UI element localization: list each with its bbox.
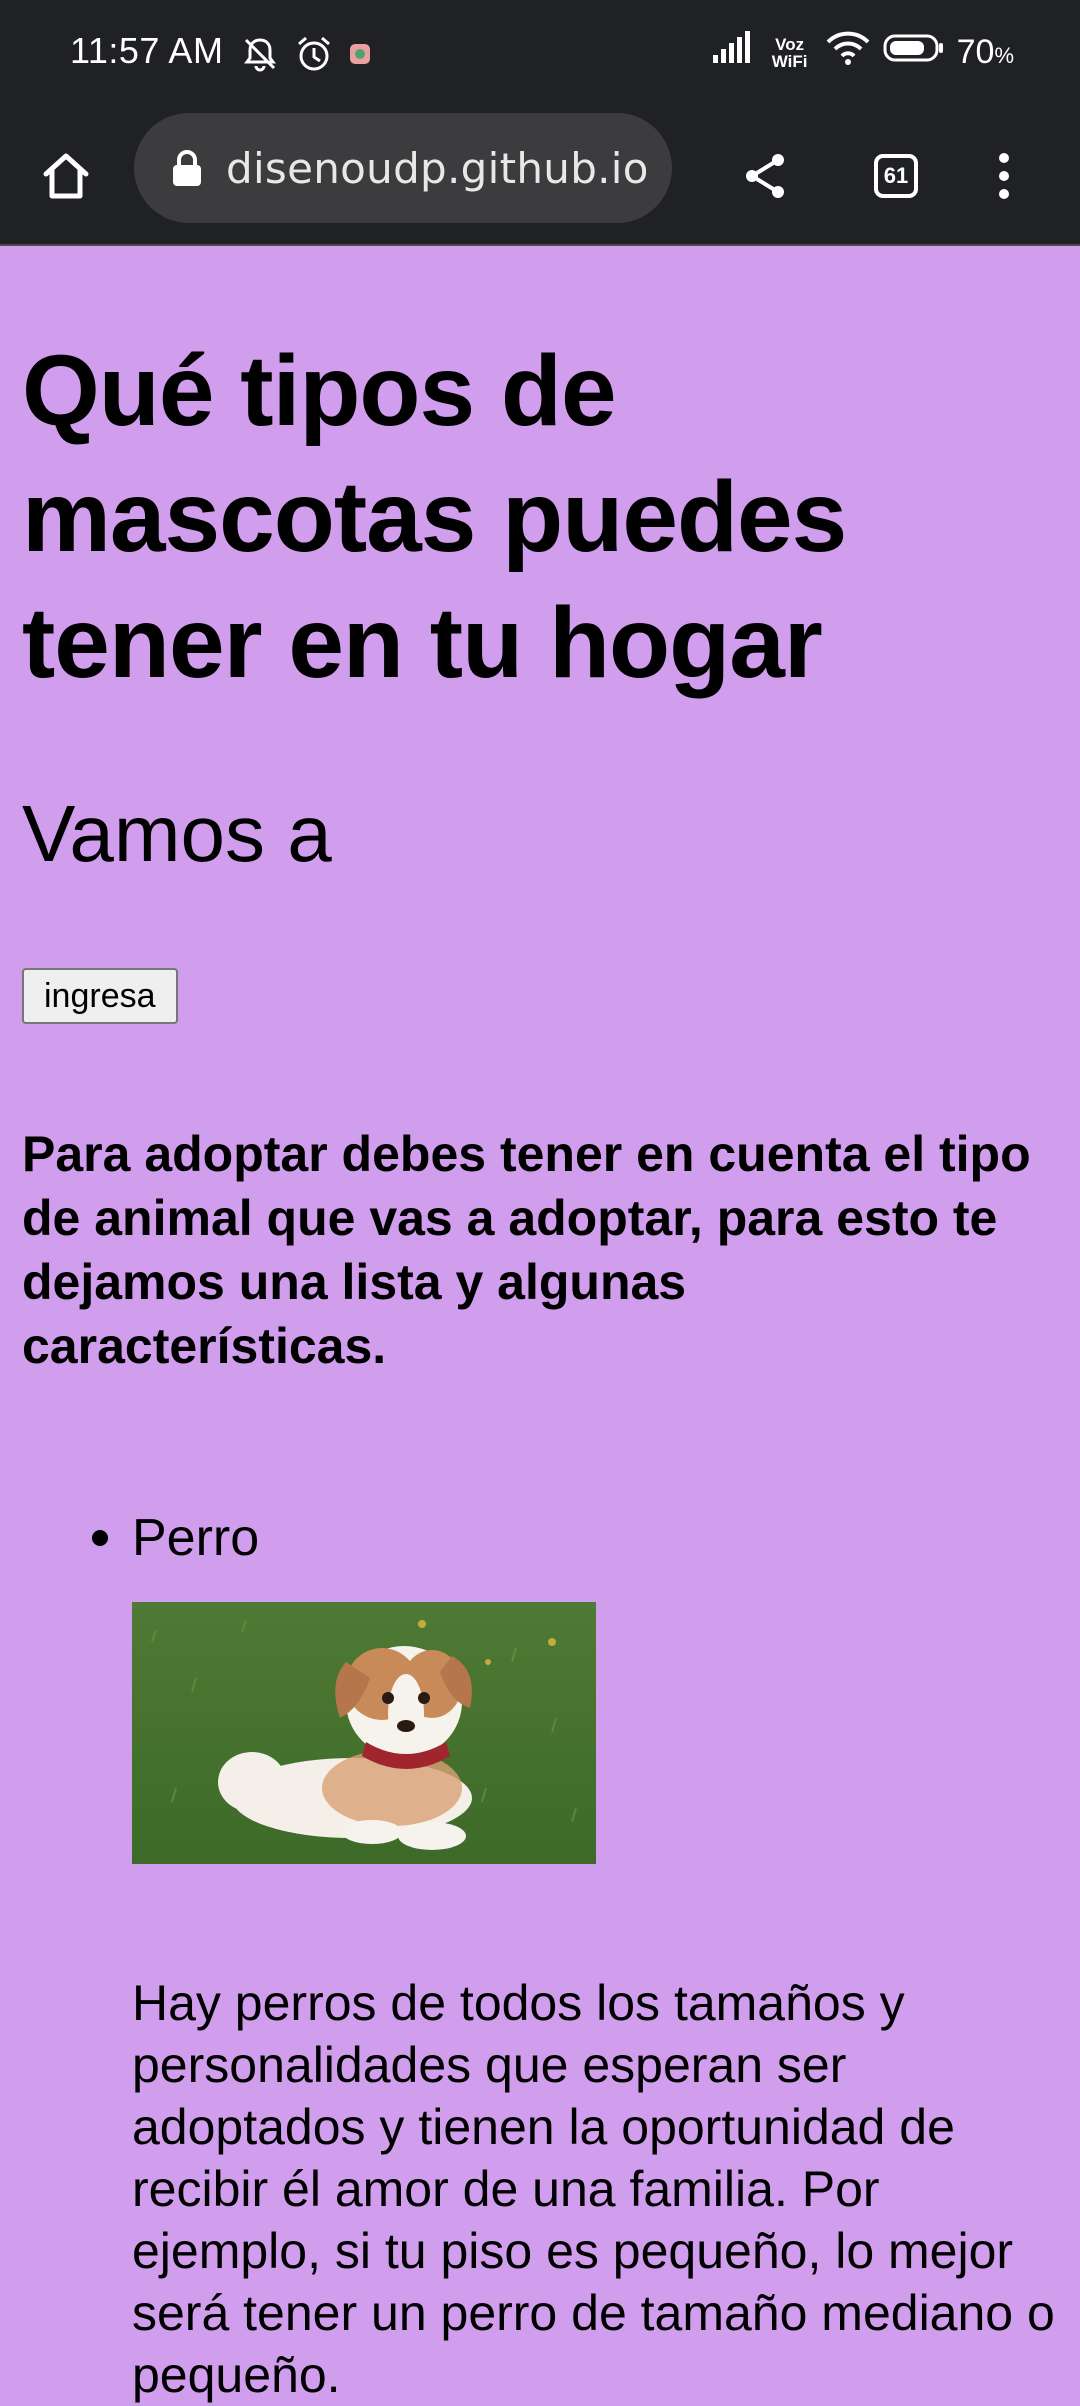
intro-text: Para adoptar debes tener en cuenta el ti… — [22, 1126, 1031, 1374]
home-icon — [43, 153, 89, 199]
pet-name: Perro — [132, 1509, 260, 1567]
pet-description: Hay perros de todos los tamaños y person… — [132, 1975, 1055, 2403]
mute-icon — [240, 34, 280, 79]
wifi-label: WiFi — [771, 51, 808, 71]
lock-icon — [173, 150, 201, 186]
bullet-icon — [92, 1530, 108, 1546]
tabs-icon: 61 — [874, 154, 918, 198]
browser-toolbar: disenoudp.github.io/c 61 — [0, 112, 1080, 246]
more-vert-icon — [999, 153, 1009, 199]
app-notification-icon — [348, 42, 372, 71]
battery-unit: % — [994, 43, 1014, 68]
page-subtitle: Vamos a — [22, 789, 332, 878]
address-bar[interactable]: disenoudp.github.io/c — [134, 113, 672, 223]
wifi-icon — [825, 30, 871, 75]
battery-icon — [883, 33, 945, 72]
voz-wifi-label: Voz WiFi — [767, 36, 813, 70]
status-right-icons: Voz WiFi 70% — [711, 30, 1014, 75]
more-menu-button[interactable] — [968, 140, 1040, 212]
voz-label: Voz — [775, 34, 805, 54]
home-button[interactable] — [30, 140, 102, 212]
share-button[interactable] — [730, 140, 802, 212]
tabs-button[interactable]: 61 — [860, 140, 932, 212]
battery-value: 70 — [956, 33, 995, 71]
share-icon — [746, 154, 784, 198]
tab-count: 61 — [883, 163, 909, 188]
url-text[interactable]: disenoudp.github.io/c — [226, 144, 646, 193]
status-bar: 11:57 AM Voz WiFi 70% — [0, 0, 1080, 112]
page-title: Qué tipos de mascotas puedes tener en tu… — [22, 335, 847, 699]
address-bar-inner: disenoudp.github.io/c — [134, 113, 672, 223]
battery-percentage: 70% — [957, 33, 1014, 72]
alarm-icon — [294, 34, 334, 79]
status-left-icons — [240, 34, 372, 79]
status-time: 11:57 AM — [70, 30, 224, 71]
ingresa-button[interactable]: ingresa — [22, 968, 178, 1024]
dog-photo — [132, 1602, 596, 1864]
signal-icon — [711, 31, 755, 74]
